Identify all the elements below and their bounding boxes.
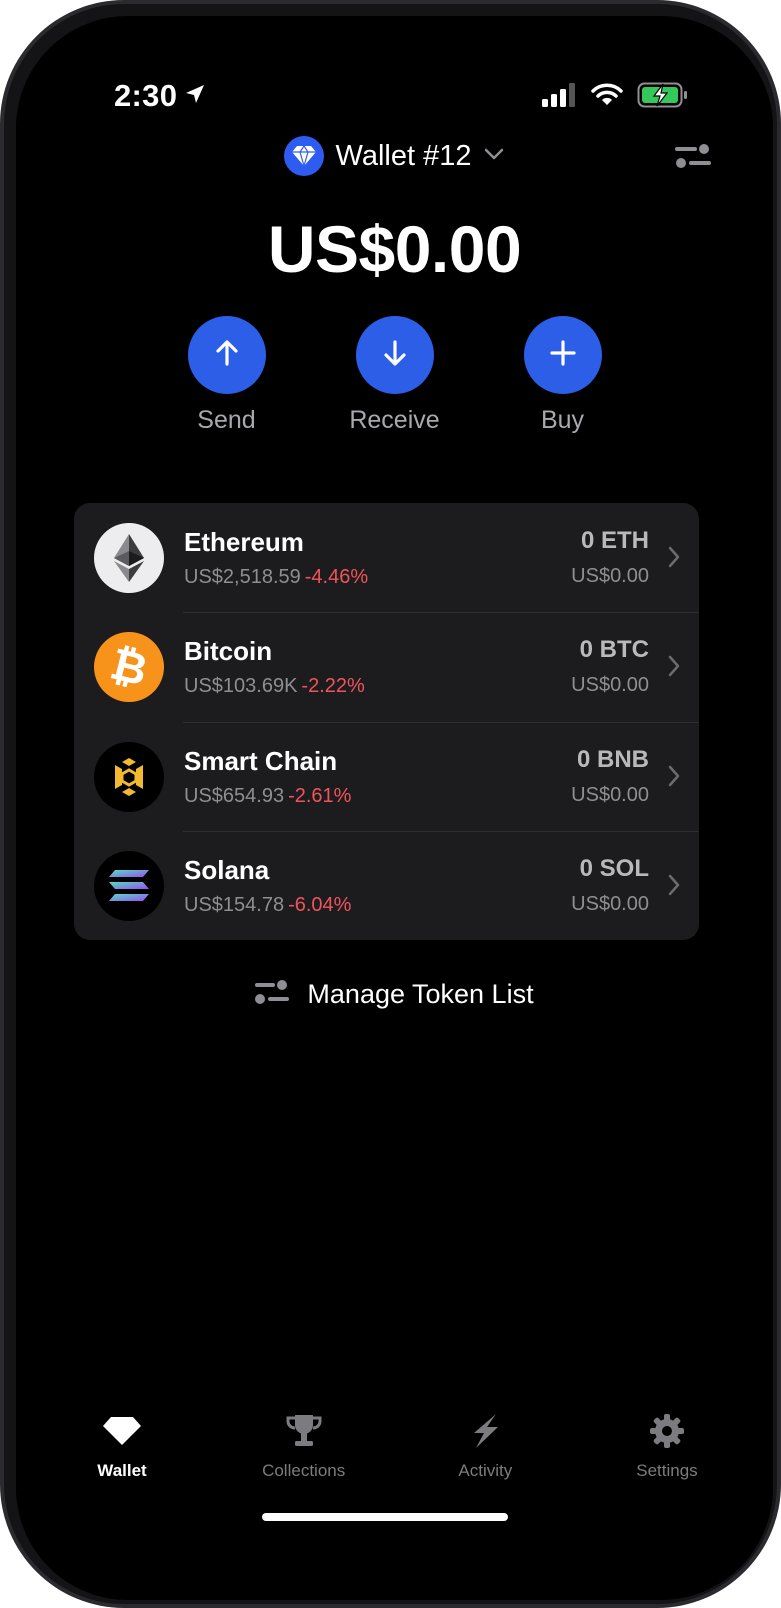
token-price-line: US$2,518.59 -4.46% xyxy=(184,566,368,589)
receive-button[interactable]: Receive xyxy=(349,316,441,435)
token-info: Bitcoin US$103.69K -2.22% xyxy=(184,636,365,698)
token-info: Solana US$154.78 -6.04% xyxy=(184,855,351,917)
token-info: Ethereum US$2,518.59 -4.46% xyxy=(184,527,368,589)
device-frame: 2:30 Wallet #12 US$0.00 Send Receive Buy… xyxy=(0,0,781,1608)
sliders-icon xyxy=(255,978,290,1011)
token-price: US$154.78 xyxy=(184,893,285,916)
wallet-selector[interactable]: Wallet #12 xyxy=(16,136,773,176)
status-time: 2:30 xyxy=(114,78,207,114)
gear-icon xyxy=(649,1411,685,1451)
chevron-right-icon xyxy=(667,764,681,793)
token-row-solana[interactable]: Solana US$154.78 -6.04% 0 SOL US$0.00 xyxy=(74,830,699,940)
tab-label: Wallet xyxy=(97,1461,147,1480)
token-name: Solana xyxy=(184,854,270,885)
token-name: Smart Chain xyxy=(184,745,338,776)
bnb-icon xyxy=(94,741,164,812)
buy-label: Buy xyxy=(540,406,585,434)
chevron-down-icon xyxy=(483,147,505,166)
token-row-smart-chain[interactable]: Smart Chain US$654.93 -2.61% 0 BNB US$0.0… xyxy=(74,721,699,831)
device-bezel: 2:30 Wallet #12 US$0.00 Send Receive Buy… xyxy=(4,4,777,1604)
receive-label: Receive xyxy=(349,406,440,434)
token-amount: 0 BTC xyxy=(579,636,649,664)
arrow-down-icon xyxy=(379,337,411,374)
token-holdings: 0 ETH US$0.00 xyxy=(571,527,649,588)
token-price: US$2,518.59 xyxy=(184,566,301,588)
screen: 2:30 Wallet #12 US$0.00 Send Receive Buy… xyxy=(16,16,773,1600)
send-button-circle[interactable] xyxy=(187,316,266,394)
tab-settings[interactable]: Settings xyxy=(581,1411,753,1481)
token-price-line: US$103.69K -2.22% xyxy=(184,675,365,698)
send-button[interactable]: Send xyxy=(181,316,273,435)
location-arrow-icon xyxy=(183,78,207,114)
tab-label: Activity xyxy=(458,1461,513,1480)
token-change: -4.46% xyxy=(304,566,369,588)
manage-token-list-button[interactable]: Manage Token List xyxy=(16,978,773,1011)
token-change: -2.22% xyxy=(301,675,365,698)
token-value: US$0.00 xyxy=(571,783,649,806)
chevron-right-icon xyxy=(667,654,681,683)
token-price: US$654.93 xyxy=(184,784,285,807)
token-row-ethereum[interactable]: Ethereum US$2,518.59 -4.46% 0 ETH US$0.00 xyxy=(74,503,699,612)
token-price: US$103.69K xyxy=(184,675,298,698)
wallet-gem-icon xyxy=(102,1411,142,1451)
battery-charging-icon xyxy=(637,82,689,113)
bitcoin-icon: ₿ xyxy=(94,632,164,703)
wifi-icon xyxy=(591,83,623,112)
tab-label: Collections xyxy=(262,1461,346,1480)
buy-button[interactable]: Buy xyxy=(517,316,609,435)
filter-button[interactable] xyxy=(675,142,711,175)
token-price-line: US$654.93 -2.61% xyxy=(184,785,351,808)
chevron-right-icon xyxy=(667,873,681,902)
tab-collections[interactable]: Collections xyxy=(218,1411,390,1481)
sliders-icon xyxy=(675,144,711,174)
arrow-up-icon xyxy=(211,337,243,374)
token-value: US$0.00 xyxy=(571,892,649,915)
tab-wallet[interactable]: Wallet xyxy=(36,1411,208,1481)
tab-activity[interactable]: Activity xyxy=(399,1411,571,1481)
home-indicator[interactable] xyxy=(262,1513,508,1521)
token-info: Smart Chain US$654.93 -2.61% xyxy=(184,746,351,808)
token-holdings: 0 BNB US$0.00 xyxy=(571,746,649,807)
tab-bar: Wallet Collections Activity Settings xyxy=(36,1411,753,1481)
manage-token-list-label: Manage Token List xyxy=(307,979,534,1009)
token-change: -6.04% xyxy=(288,893,352,916)
token-name: Bitcoin xyxy=(184,636,273,667)
cellular-signal-icon xyxy=(541,83,577,112)
token-price-line: US$154.78 -6.04% xyxy=(184,894,351,917)
receive-button-circle[interactable] xyxy=(355,316,434,394)
buy-button-circle[interactable] xyxy=(523,316,602,394)
token-value: US$0.00 xyxy=(571,565,649,587)
token-change: -2.61% xyxy=(288,784,352,807)
token-holdings: 0 BTC US$0.00 xyxy=(571,636,649,697)
send-label: Send xyxy=(197,406,256,434)
status-indicators xyxy=(541,82,689,113)
chevron-right-icon xyxy=(667,545,681,574)
status-time-text: 2:30 xyxy=(114,78,178,113)
lightning-icon xyxy=(470,1411,500,1451)
token-value: US$0.00 xyxy=(571,674,649,697)
wallet-gem-icon xyxy=(283,136,324,176)
token-name: Ethereum xyxy=(184,527,304,557)
total-balance: US$0.00 xyxy=(267,212,522,286)
token-row-bitcoin[interactable]: ₿ Bitcoin US$103.69K -2.22% 0 BTC US$0.00 xyxy=(74,612,699,721)
tab-label: Settings xyxy=(636,1461,698,1480)
wallet-name: Wallet #12 xyxy=(335,139,472,172)
token-amount: 0 ETH xyxy=(580,527,649,554)
trophy-icon xyxy=(285,1411,323,1451)
token-amount: 0 BNB xyxy=(576,745,649,773)
solana-icon xyxy=(94,850,164,921)
token-amount: 0 SOL xyxy=(579,854,649,882)
ethereum-icon xyxy=(94,523,164,593)
quick-actions: Send Receive Buy xyxy=(16,316,773,435)
token-holdings: 0 SOL US$0.00 xyxy=(571,855,649,916)
plus-icon xyxy=(547,337,579,374)
token-list: Ethereum US$2,518.59 -4.46% 0 ETH US$0.00 xyxy=(74,503,699,940)
